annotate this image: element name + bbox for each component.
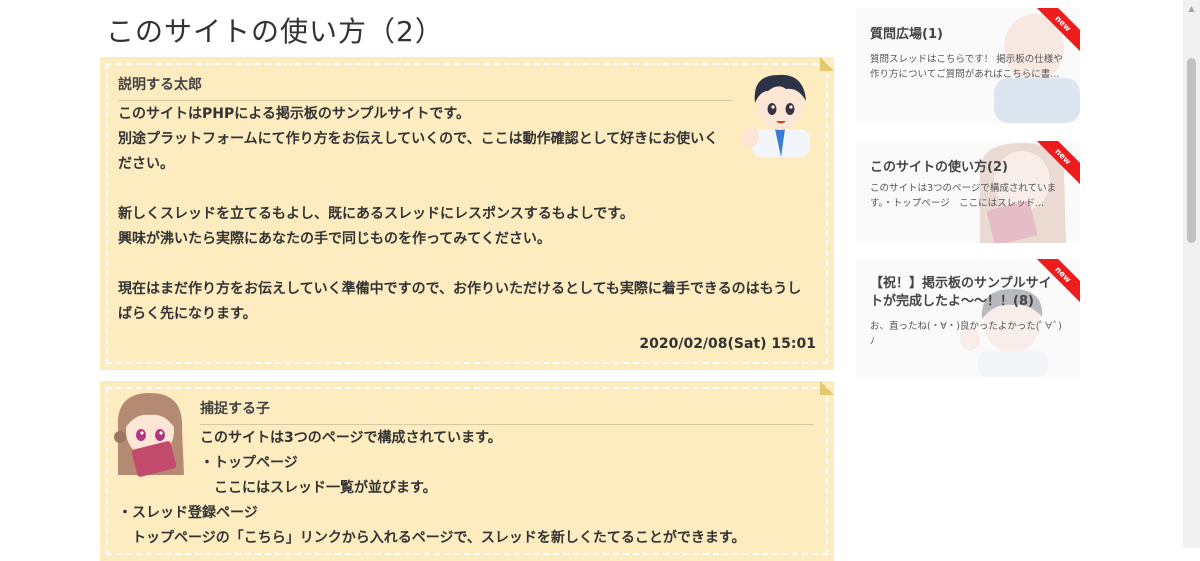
post-body-line: ・トップページ [200, 455, 298, 471]
post-author: 捕捉する子 [200, 398, 814, 425]
thread-card[interactable]: new このサイトの使い方(2) このサイトは3つのページで構成されていま す。… [856, 141, 1080, 243]
post-card: 捕捉する子 このサイトは3つのページで構成されています。 ・トップページ ここに… [100, 381, 834, 561]
chevron-up-icon[interactable]: ▲ [1183, 0, 1200, 17]
vertical-scrollbar[interactable]: ▲ [1183, 0, 1200, 548]
thread-card-title[interactable]: 【祝！】掲示板のサンプルサイトが完成したよ〜〜！！(8) [870, 275, 1064, 311]
scrollbar-thumb[interactable] [1187, 58, 1196, 243]
post-body-line: ここにはスレッド一覧が並びます。 [200, 480, 437, 496]
thread-card-excerpt: 質問スレッドはこちらです！ 掲示板の仕様や作り方についてご質問があればこちらに書… [870, 54, 1063, 80]
thread-card[interactable]: new 【祝！】掲示板のサンプルサイトが完成したよ〜〜！！(8) お、直ったね(… [856, 259, 1080, 377]
page-title: このサイトの使い方（2） [106, 15, 444, 48]
thread-card-excerpt: このサイトは3つのページで構成されていま す。・トップページ ここにはスレッド.… [870, 183, 1057, 209]
post-body-line: このサイトは3つのページで構成されています。 [200, 430, 502, 446]
boy-avatar-icon [741, 74, 810, 157]
thread-card-excerpt: お、直ったね(・∀・)良かったよかった(ﾟ∀ﾟ)ﾉ [870, 321, 1062, 347]
girl-avatar-icon [114, 393, 184, 477]
post-date: 2020/02/08(Sat) 15:01 [639, 336, 816, 352]
post-fold-corner [820, 381, 834, 395]
thread-card-title[interactable]: 質問広場(1) [870, 26, 1064, 44]
post-card: 説明する太郎 このサイトはPHPによる掲示板のサンプルサイトです。 別途プラット… [100, 57, 834, 370]
thread-card[interactable]: new 質問広場(1) 質問スレッドはこちらです！ 掲示板の仕様や作り方について… [856, 8, 1080, 123]
thread-card-title[interactable]: このサイトの使い方(2) [870, 159, 1064, 177]
post-author: 説明する太郎 [118, 74, 732, 101]
post-fold-corner [820, 57, 834, 71]
post-body-line: トップページの「こちら」リンクから入れるページで、スレッドを新しくたてることがで… [118, 530, 746, 546]
post-body-line: ・スレッド登録ページ [118, 505, 258, 521]
post-body: このサイトはPHPによる掲示板のサンプルサイトです。 別途プラットフォームにて作… [118, 106, 802, 322]
